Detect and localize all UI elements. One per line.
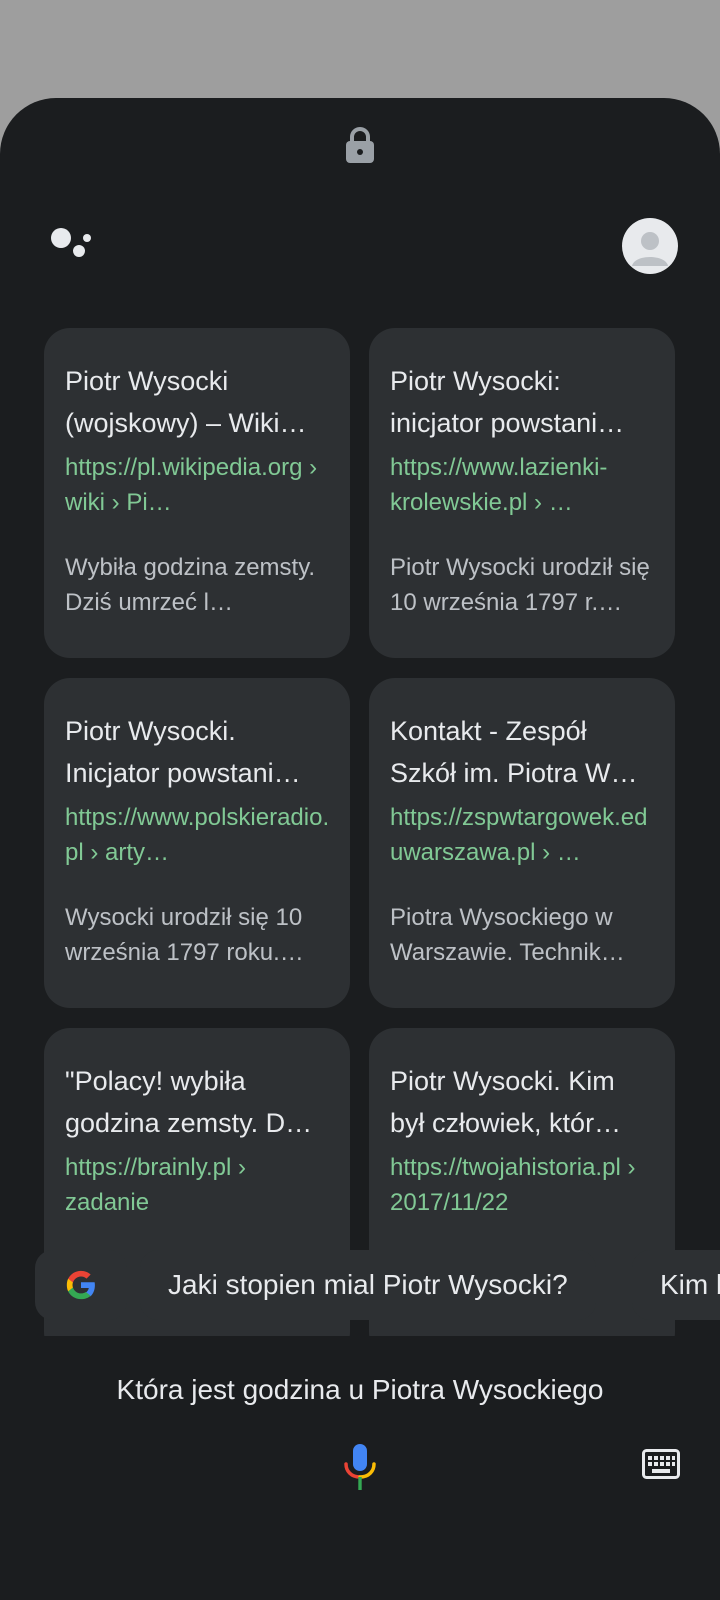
assistant-sheet: Piotr Wysocki (wojskowy) – Wiki… https:/…	[0, 98, 720, 1600]
result-card[interactable]: Piotr Wysocki: inicjator powstani… https…	[369, 328, 675, 658]
google-assistant-icon[interactable]	[50, 227, 92, 263]
suggestion-chips: Jaki stopien mial Piotr Wysocki? Kim był…	[35, 1250, 720, 1320]
microphone-icon[interactable]	[343, 1444, 377, 1490]
suggestion-chip[interactable]: Jaki stopien mial Piotr Wysocki?	[140, 1250, 596, 1320]
result-url: https://brainly.pl › zadanie	[65, 1154, 246, 1216]
keyboard-icon[interactable]	[642, 1449, 680, 1479]
result-snippet: Wysocki urodził się 10 września 1797 rok…	[65, 904, 304, 966]
lock-icon	[346, 127, 374, 163]
result-card[interactable]: Kontakt - Zespół Szkół im. Piotra W… htt…	[369, 678, 675, 1008]
result-title: Piotr Wysocki. Kim był człowiek, któr…	[390, 1066, 622, 1138]
result-title: Piotr Wysocki: inicjator powstani…	[390, 366, 625, 438]
result-url: https://twojahistoria.pl › 2017/11/22	[390, 1154, 636, 1216]
search-results: Piotr Wysocki (wojskowy) – Wiki… https:/…	[44, 328, 676, 1336]
result-title: Kontakt - Zespół Szkół im. Piotra W…	[390, 716, 638, 788]
result-url: https://www.polskieradio.pl › arty…	[65, 804, 330, 866]
result-snippet: Piotr Wysocki urodził się 10 września 17…	[390, 554, 650, 616]
google-g-icon	[66, 1270, 95, 1300]
result-title: "Polacy! wybiła godzina zemsty. D…	[65, 1066, 313, 1138]
result-card[interactable]: Piotr Wysocki (wojskowy) – Wiki… https:/…	[44, 328, 350, 658]
result-url: https://pl.wikipedia.org › wiki › Pi…	[65, 454, 318, 516]
result-card[interactable]: Piotr Wysocki. Inicjator powstani… https…	[44, 678, 350, 1008]
spoken-query: Która jest godzina u Piotra Wysockiego	[116, 1374, 604, 1405]
google-search-chip[interactable]	[35, 1250, 127, 1320]
result-url: https://www.lazienki-krolewskie.pl › …	[390, 454, 608, 516]
result-snippet: Wybiła godzina zemsty. Dziś umrzeć l…	[65, 554, 316, 616]
suggestion-chip[interactable]: Kim był Piotr Wysocki?	[632, 1250, 720, 1320]
result-title: Piotr Wysocki (wojskowy) – Wiki…	[65, 366, 307, 438]
account-avatar[interactable]	[622, 218, 678, 274]
account-avatar-icon	[632, 232, 668, 266]
result-title: Piotr Wysocki. Inicjator powstani…	[65, 716, 301, 788]
result-snippet: Piotra Wysockiego w Warszawie. Technik…	[390, 904, 625, 966]
result-url: https://zspwtargowek.eduwarszawa.pl › …	[390, 804, 648, 866]
